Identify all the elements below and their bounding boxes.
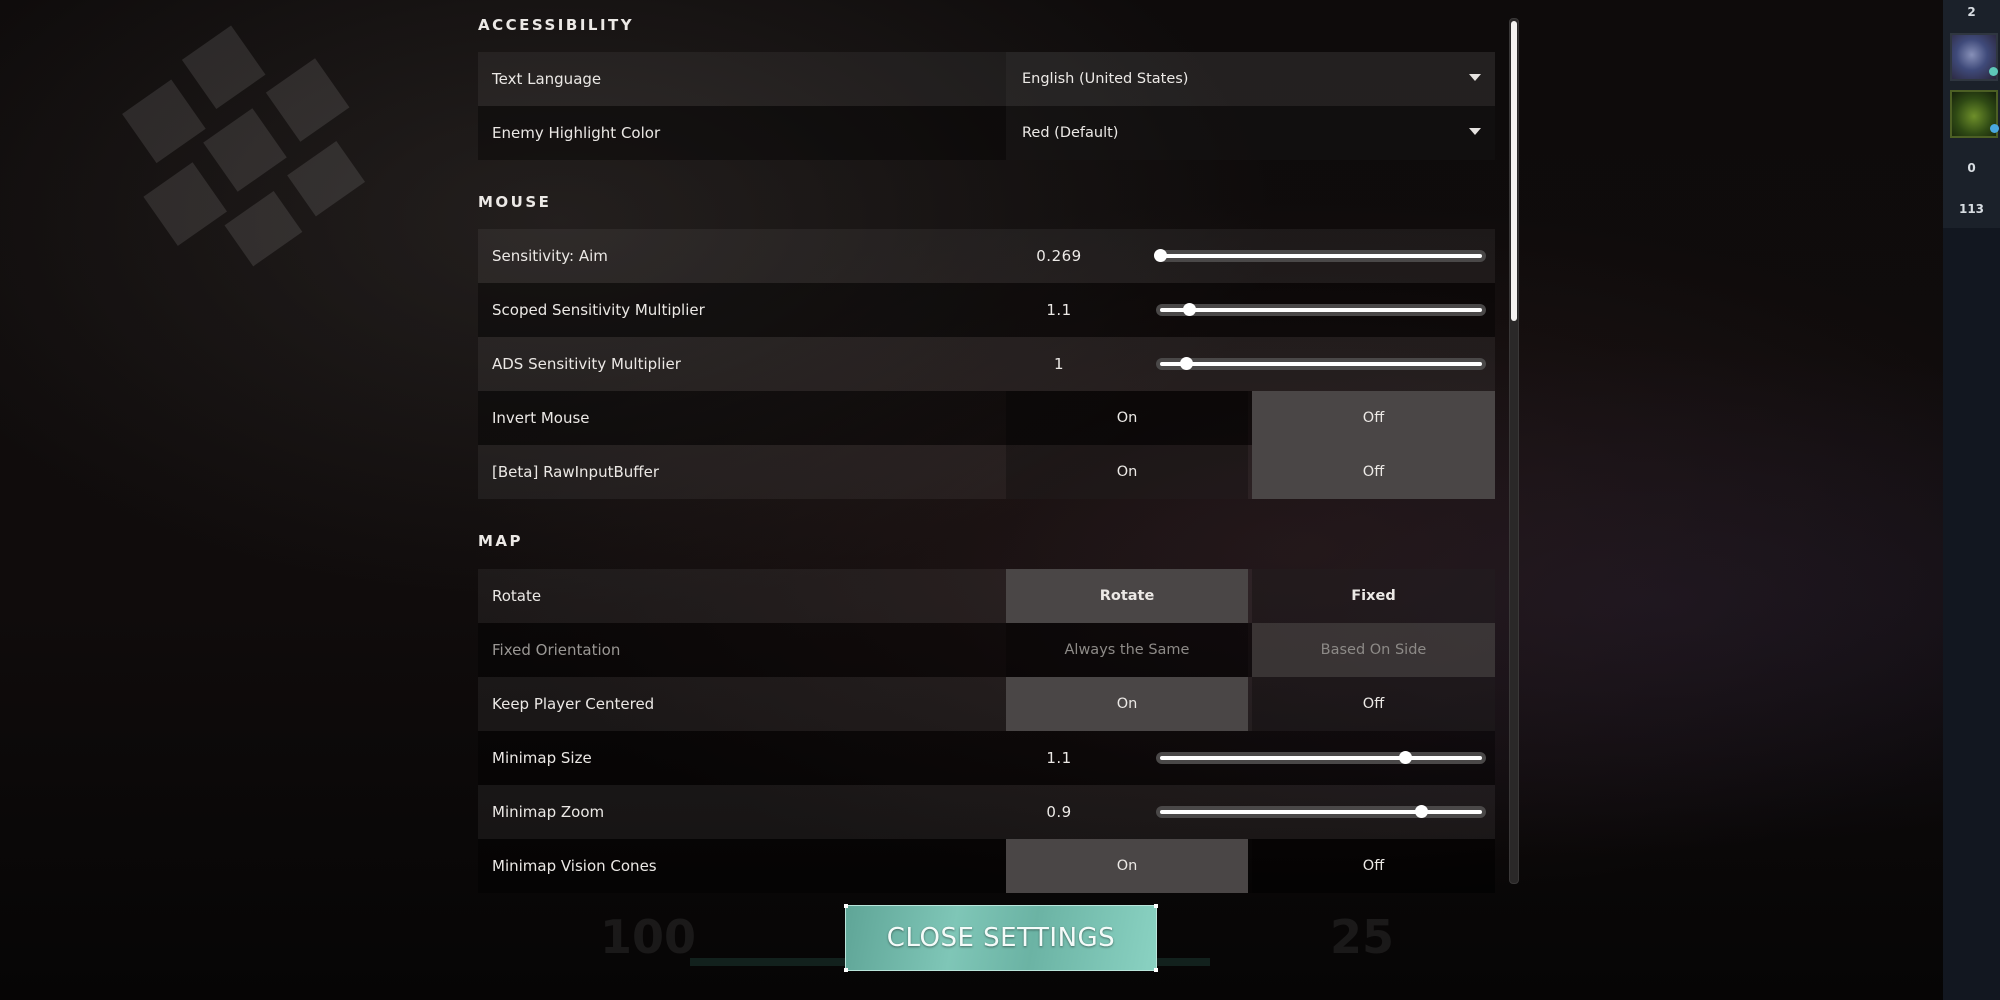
setting-label: Fixed Orientation [492, 641, 621, 659]
side-count-b: 113 [1958, 202, 1985, 216]
slider-value[interactable]: 1.1 [1006, 283, 1112, 337]
setting-row-rotate: Rotate Rotate Fixed [478, 569, 1495, 623]
setting-label: Sensitivity: Aim [492, 247, 608, 265]
slider-thumb[interactable] [1182, 303, 1196, 316]
slider-fill [1160, 254, 1482, 258]
slider-value[interactable]: 0.269 [1006, 229, 1112, 283]
setting-row-text-language: Text Language English (United States) [478, 52, 1495, 106]
dropdown-value: English (United States) [1022, 71, 1189, 87]
setting-row-ads-sensitivity: ADS Sensitivity Multiplier 1 [478, 337, 1495, 391]
setting-row-keep-player-centered: Keep Player Centered On Off [478, 677, 1495, 731]
raw-input-buffer-off-option[interactable]: Off [1252, 445, 1495, 499]
keep-player-centered-on-option[interactable]: On [1006, 677, 1248, 731]
setting-row-minimap-size: Minimap Size 1.1 [478, 731, 1495, 785]
setting-label: Text Language [492, 70, 602, 88]
slider-thumb[interactable] [1398, 751, 1412, 764]
setting-label: Minimap Vision Cones [492, 857, 657, 875]
hud-health-ghost: 100 [600, 910, 697, 964]
slider-thumb[interactable] [1414, 805, 1428, 818]
slider-fill [1160, 308, 1482, 312]
background-emblem-icon [122, 25, 366, 267]
rotate-option[interactable]: Rotate [1006, 569, 1248, 623]
section-title-mouse: MOUSE [478, 193, 552, 211]
minimap-size-slider[interactable] [1156, 751, 1486, 764]
side-count-a: 0 [1967, 161, 1976, 175]
keep-player-centered-off-option[interactable]: Off [1252, 677, 1495, 731]
ads-sensitivity-slider[interactable] [1156, 357, 1486, 370]
setting-row-sensitivity-aim: Sensitivity: Aim 0.269 [478, 229, 1495, 283]
minimap-vision-cones-on-option[interactable]: On [1006, 839, 1248, 893]
setting-label: Rotate [492, 587, 542, 605]
setting-label: ADS Sensitivity Multiplier [492, 355, 681, 373]
minimap-vision-cones-off-option[interactable]: Off [1252, 839, 1495, 893]
sensitivity-aim-slider[interactable] [1154, 249, 1486, 262]
fixed-option[interactable]: Fixed [1252, 569, 1495, 623]
setting-row-invert-mouse: Invert Mouse On Off [478, 391, 1495, 445]
setting-label: Enemy Highlight Color [492, 124, 661, 142]
raw-input-buffer-on-option[interactable]: On [1006, 445, 1248, 499]
slider-value[interactable]: 1.1 [1006, 731, 1112, 785]
slider-value[interactable]: 1 [1006, 337, 1112, 391]
corner-decoration [1154, 904, 1158, 908]
agent-1-status-icon [1989, 67, 1998, 76]
setting-row-raw-input-buffer: [Beta] RawInputBuffer On Off [478, 445, 1495, 499]
text-language-dropdown[interactable]: English (United States) [1006, 52, 1495, 106]
setting-label: Keep Player Centered [492, 695, 655, 713]
agent-2-status-icon [1990, 124, 1999, 133]
corner-decoration [1154, 968, 1158, 972]
setting-row-minimap-vision-cones: Minimap Vision Cones On Off [478, 839, 1495, 893]
slider-fill [1160, 756, 1482, 760]
hud-ammo-ghost: 25 [1330, 910, 1395, 964]
caret-down-icon [1469, 74, 1481, 81]
settings-panel: ACCESSIBILITY Text Language English (Uni… [478, 0, 1495, 893]
settings-scrollbar[interactable] [1509, 18, 1519, 884]
based-on-side-option[interactable]: Based On Side [1252, 623, 1495, 677]
dropdown-value: Red (Default) [1022, 125, 1119, 141]
setting-row-minimap-zoom: Minimap Zoom 0.9 [478, 785, 1495, 839]
scrollbar-thumb[interactable] [1511, 21, 1517, 321]
setting-label: Scoped Sensitivity Multiplier [492, 301, 705, 319]
always-the-same-option[interactable]: Always the Same [1006, 623, 1248, 677]
close-settings-label: CLOSE SETTINGS [886, 923, 1116, 953]
minimap-zoom-slider[interactable] [1156, 805, 1486, 818]
slider-fill [1160, 810, 1482, 814]
scoped-sensitivity-slider[interactable] [1156, 303, 1486, 316]
invert-mouse-on-option[interactable]: On [1006, 391, 1248, 445]
invert-mouse-off-option[interactable]: Off [1252, 391, 1495, 445]
close-settings-button[interactable]: CLOSE SETTINGS [844, 904, 1158, 972]
section-title-map: MAP [478, 532, 524, 550]
slider-thumb[interactable] [1154, 249, 1167, 262]
setting-label: Invert Mouse [492, 409, 590, 427]
setting-row-fixed-orientation: Fixed Orientation Always the Same Based … [478, 623, 1495, 677]
setting-label: Minimap Size [492, 749, 592, 767]
slider-value[interactable]: 0.9 [1006, 785, 1112, 839]
corner-decoration [844, 904, 848, 908]
setting-row-enemy-highlight-color: Enemy Highlight Color Red (Default) [478, 106, 1495, 160]
enemy-highlight-color-dropdown[interactable]: Red (Default) [1006, 106, 1495, 160]
corner-decoration [844, 968, 848, 972]
setting-label: Minimap Zoom [492, 803, 605, 821]
scoreboard-side-panel: 2 0 113 [1943, 0, 2000, 1000]
slider-thumb[interactable] [1179, 357, 1193, 370]
caret-down-icon [1469, 128, 1481, 135]
side-top-count: 2 [1967, 5, 1976, 19]
setting-label: [Beta] RawInputBuffer [492, 463, 659, 481]
setting-row-scoped-sensitivity: Scoped Sensitivity Multiplier 1.1 [478, 283, 1495, 337]
section-title-accessibility: ACCESSIBILITY [478, 16, 635, 34]
slider-fill [1160, 362, 1482, 366]
